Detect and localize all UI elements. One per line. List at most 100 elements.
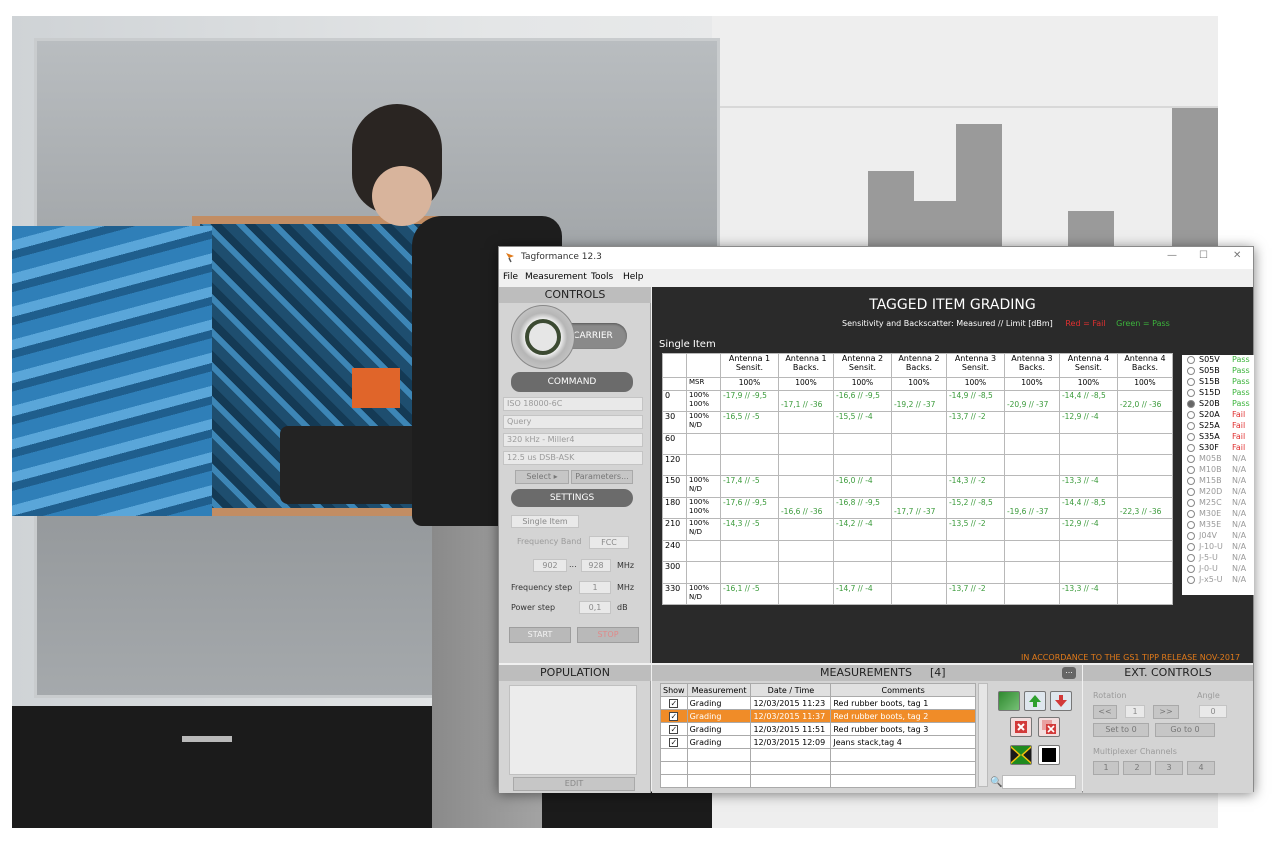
show-cell[interactable]: ✓ (660, 696, 688, 710)
measurement-row[interactable]: ✓ Grading 12/03/2015 11:23 Red rubber boots… (660, 696, 976, 710)
class-item[interactable]: S15D Pass (1182, 388, 1254, 399)
grading-row[interactable]: 120 (662, 453, 1174, 477)
export-icon[interactable] (998, 691, 1020, 711)
menu-measurement[interactable]: Measurement (525, 272, 587, 282)
class-item[interactable]: S30F Fail (1182, 443, 1254, 454)
radio-button[interactable] (1187, 576, 1195, 584)
radio-button[interactable] (1187, 400, 1195, 408)
grading-row[interactable]: 240 (662, 539, 1174, 563)
radio-button[interactable] (1187, 499, 1195, 507)
class-item[interactable]: S15B Pass (1182, 377, 1254, 388)
radio-button[interactable] (1187, 554, 1195, 562)
radio-button[interactable] (1187, 444, 1195, 452)
channel-2-button[interactable]: 2 (1123, 761, 1151, 775)
grading-row[interactable]: 60 (662, 432, 1174, 455)
go-to-0-button[interactable]: Go to 0 (1155, 723, 1215, 737)
class-item[interactable]: M20D N/A (1182, 487, 1254, 498)
class-item[interactable]: M30E N/A (1182, 509, 1254, 520)
class-item[interactable]: S20B Pass (1182, 399, 1254, 410)
measurement-row[interactable]: ✓ Grading 12/03/2015 11:51 Red rubber boots… (660, 722, 976, 736)
class-item[interactable]: S20A Fail (1182, 410, 1254, 421)
class-item[interactable]: S05V Pass (1182, 355, 1254, 366)
class-item[interactable]: S25A Fail (1182, 421, 1254, 432)
grading-row[interactable]: 30 100% N/D -16,5 // -5 -15,5 // -4 -13,7 // … (662, 411, 1174, 434)
channel-1-button[interactable]: 1 (1093, 761, 1119, 775)
remove-icon[interactable] (1010, 717, 1032, 737)
command-button[interactable]: COMMAND (511, 372, 633, 392)
radio-button[interactable] (1187, 367, 1195, 375)
class-item[interactable]: S35A Fail (1182, 432, 1254, 443)
measurements-scrollbar[interactable] (978, 683, 988, 787)
radio-button[interactable] (1187, 389, 1195, 397)
radio-button[interactable] (1187, 543, 1195, 551)
link-field[interactable]: 320 kHz - Miller4 (503, 433, 643, 447)
class-item[interactable]: J04V N/A (1182, 531, 1254, 542)
radio-button[interactable] (1187, 433, 1195, 441)
radio-button[interactable] (1187, 411, 1195, 419)
angle-field[interactable]: 0 (1199, 705, 1227, 718)
parameters-button[interactable]: Parameters... (571, 470, 633, 484)
show-cell[interactable]: ✓ (660, 722, 688, 736)
measurements-column-header[interactable]: Show (660, 683, 688, 697)
grading-row[interactable]: 330 100% N/D -16,1 // -5 -14,7 // -4 -13,7 //… (662, 582, 1174, 606)
close-icon[interactable]: ✕ (1233, 250, 1241, 261)
show-checkbox[interactable]: ✓ (669, 724, 679, 734)
show-checkbox[interactable]: ✓ (669, 698, 679, 708)
remove-all-icon[interactable] (1038, 717, 1060, 737)
select-button[interactable]: Select ▸ (515, 470, 569, 484)
class-item[interactable]: M05B N/A (1182, 454, 1254, 465)
radio-button[interactable] (1187, 422, 1195, 430)
show-checkbox[interactable]: ✓ (669, 711, 679, 721)
class-item[interactable]: J-x5-U N/A (1182, 575, 1254, 586)
grading-row[interactable]: 150 100% N/D -17,4 // -5 -16,0 // -4 -14,3 //… (662, 475, 1174, 498)
maximize-icon[interactable]: ☐ (1199, 250, 1208, 261)
frequency-step-field[interactable]: 1 (579, 581, 611, 594)
class-item[interactable]: J-5-U N/A (1182, 553, 1254, 564)
menu-file[interactable]: File (503, 272, 518, 282)
class-item[interactable]: M15B N/A (1182, 476, 1254, 487)
class-item[interactable]: S05B Pass (1182, 366, 1254, 377)
menu-help[interactable]: Help (623, 272, 644, 282)
mode-field[interactable]: Single Item (511, 515, 579, 528)
radio-button[interactable] (1187, 466, 1195, 474)
command-field[interactable]: Query (503, 415, 643, 429)
show-checkbox[interactable]: ✓ (669, 737, 679, 747)
radio-button[interactable] (1187, 488, 1195, 496)
class-item[interactable]: J-0-U N/A (1182, 564, 1254, 575)
power-step-field[interactable]: 0,1 (579, 601, 611, 614)
radio-button[interactable] (1187, 510, 1195, 518)
frequency-band-field[interactable]: FCC (589, 536, 629, 549)
freq-from-field[interactable]: 902 (533, 559, 567, 572)
class-item[interactable]: M25C N/A (1182, 498, 1254, 509)
search-input[interactable] (1002, 775, 1076, 789)
modulation-field[interactable]: 12.5 us DSB-ASK (503, 451, 643, 465)
measurement-row[interactable]: ✓ Grading 12/03/2015 12:09 Jeans stack,tag … (660, 735, 976, 749)
measurements-column-header[interactable]: Measurement (686, 683, 752, 697)
radio-button[interactable] (1187, 356, 1195, 364)
settings-button[interactable]: SETTINGS (511, 489, 633, 507)
rotate-next-button[interactable]: >> (1153, 705, 1179, 719)
channel-4-button[interactable]: 4 (1187, 761, 1215, 775)
freq-to-field[interactable]: 928 (581, 559, 611, 572)
show-cell[interactable]: ✓ (660, 709, 688, 723)
radio-button[interactable] (1187, 565, 1195, 573)
protocol-field[interactable]: ISO 18000-6C (503, 397, 643, 411)
jamaica-flag-icon[interactable] (1009, 744, 1033, 766)
class-item[interactable]: M35E N/A (1182, 520, 1254, 531)
stop-button[interactable]: STOP (577, 627, 639, 643)
more-button[interactable]: ... (1062, 667, 1076, 679)
grading-row[interactable]: 210 100% N/D -14,3 // -5 -14,2 // -4 -13,5 //… (662, 518, 1174, 541)
class-item[interactable]: J-10-U N/A (1182, 542, 1254, 553)
minimize-icon[interactable]: — (1167, 250, 1177, 261)
channel-3-button[interactable]: 3 (1155, 761, 1183, 775)
measurements-column-header[interactable]: Comments (830, 683, 976, 697)
class-item[interactable]: M10B N/A (1182, 465, 1254, 476)
measurements-column-header[interactable]: Date / Time (750, 683, 832, 697)
population-list[interactable] (509, 685, 637, 775)
menu-tools[interactable]: Tools (591, 272, 613, 282)
radio-button[interactable] (1187, 477, 1195, 485)
start-button[interactable]: START (509, 627, 571, 643)
grading-row[interactable]: 0 100% 100% -17,9 // -9,5 -17,1 // -36 -16,6 … (662, 389, 1174, 413)
rotation-step-field[interactable]: 1 (1125, 705, 1145, 718)
black-square-icon[interactable] (1038, 745, 1060, 765)
